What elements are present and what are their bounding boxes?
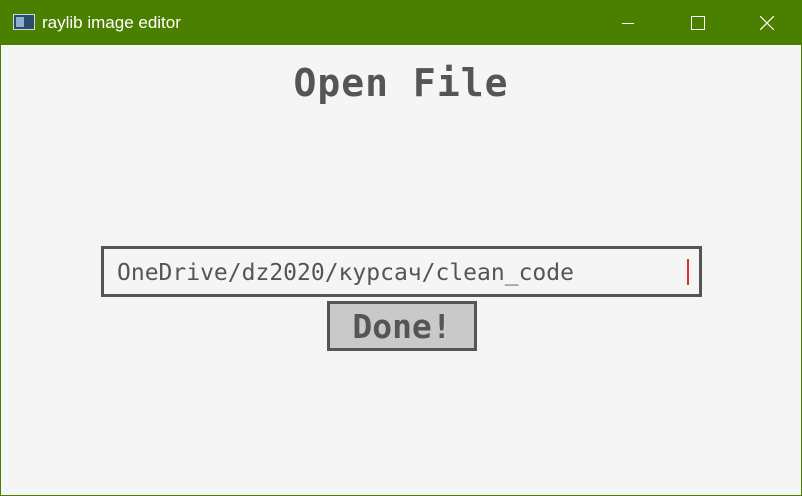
file-path-value: OneDrive/dz2020/курсач/clean_code	[117, 260, 574, 286]
app-icon-pane	[16, 17, 24, 27]
dialog-body: Open File OneDrive/dz2020/курсач/clean_c…	[1, 45, 801, 495]
file-path-input[interactable]: OneDrive/dz2020/курсач/clean_code	[101, 246, 702, 297]
done-button[interactable]: Done!	[327, 301, 477, 351]
app-icon	[13, 14, 35, 30]
minimize-button[interactable]	[593, 1, 663, 45]
title-bar[interactable]: raylib image editor	[1, 1, 801, 45]
close-icon	[760, 16, 774, 30]
window-title: raylib image editor	[42, 13, 181, 32]
dialog-heading: Open File	[293, 61, 509, 105]
text-caret	[687, 259, 689, 285]
maximize-icon	[691, 16, 705, 30]
minimize-icon	[622, 23, 634, 24]
app-window: raylib image editor Open File OneDrive/d…	[0, 0, 802, 496]
maximize-button[interactable]	[663, 1, 733, 45]
close-button[interactable]	[731, 1, 801, 45]
